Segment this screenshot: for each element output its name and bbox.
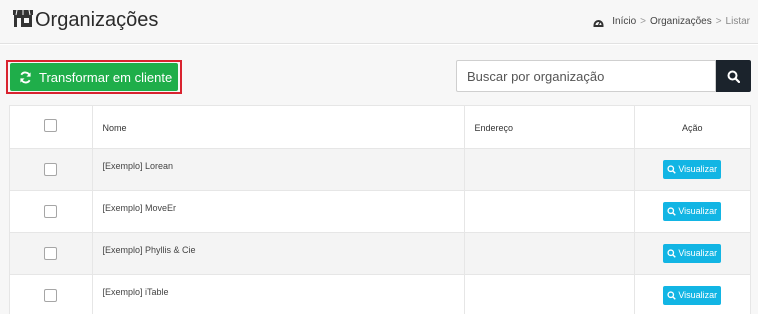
- table-row: [Exemplo] iTable Visualizar: [10, 274, 750, 314]
- page-title: Organizações: [35, 9, 159, 31]
- page-header: Organizações Início > Organizações > Lis…: [0, 0, 758, 44]
- dashboard-icon: [593, 19, 604, 27]
- row-checkbox[interactable]: [44, 288, 58, 302]
- row-select-cell: [10, 232, 93, 275]
- main-content: Transformar em cliente Nome Endereço Açã…: [0, 45, 758, 314]
- table-header-row: Nome Endereço Ação: [10, 106, 750, 149]
- organization-search-input[interactable]: [456, 60, 716, 92]
- row-checkbox[interactable]: [44, 162, 58, 176]
- organization-name: [Exemplo] Phyllis & Cie: [92, 232, 465, 275]
- view-button[interactable]: Visualizar: [663, 285, 722, 305]
- organizations-table-container: Nome Endereço Ação [Exemplo] Lorean Visu…: [9, 105, 751, 314]
- search-icon: [667, 248, 677, 258]
- breadcrumb-separator: >: [640, 16, 646, 27]
- column-header-action: Ação: [634, 106, 750, 149]
- row-select-cell: [10, 148, 93, 191]
- search-icon: [667, 164, 677, 174]
- search-icon: [667, 206, 677, 216]
- breadcrumb-section-link[interactable]: Organizações: [650, 16, 712, 27]
- table-row: [Exemplo] Lorean Visualizar: [10, 148, 750, 191]
- organization-address: [464, 190, 635, 233]
- convert-to-client-label: Transformar em cliente: [39, 69, 173, 85]
- organization-address: [464, 232, 635, 275]
- organization-address: [464, 148, 635, 191]
- refresh-icon: [20, 71, 31, 83]
- row-checkbox[interactable]: [44, 246, 58, 260]
- row-checkbox[interactable]: [44, 204, 58, 218]
- row-action-cell: Visualizar: [634, 148, 750, 191]
- view-button[interactable]: Visualizar: [663, 201, 722, 221]
- breadcrumb-current: Listar: [725, 16, 750, 27]
- row-select-cell: [10, 190, 93, 233]
- store-icon: [13, 10, 33, 27]
- view-button-label: Visualizar: [678, 206, 718, 216]
- breadcrumb: Início > Organizações > Listar: [593, 16, 750, 27]
- breadcrumb-separator: >: [715, 16, 722, 27]
- row-action-cell: Visualizar: [634, 190, 750, 233]
- breadcrumb-home-link[interactable]: Início: [612, 16, 636, 27]
- row-action-cell: Visualizar: [634, 232, 750, 275]
- organizations-table: Nome Endereço Ação [Exemplo] Lorean Visu…: [10, 106, 750, 314]
- select-all-header: [10, 106, 93, 149]
- row-action-cell: Visualizar: [634, 274, 750, 314]
- convert-to-client-button[interactable]: Transformar em cliente: [10, 63, 178, 91]
- row-select-cell: [10, 274, 93, 314]
- table-row: [Exemplo] Phyllis & Cie Visualizar: [10, 232, 750, 275]
- column-header-name[interactable]: Nome: [92, 106, 465, 149]
- organization-name: [Exemplo] MoveEr: [92, 190, 465, 233]
- organization-name: [Exemplo] Lorean: [92, 148, 465, 191]
- select-all-checkbox[interactable]: [44, 119, 58, 132]
- organization-address: [464, 274, 635, 314]
- view-button-label: Visualizar: [678, 164, 718, 174]
- view-button[interactable]: Visualizar: [663, 159, 722, 179]
- table-row: [Exemplo] MoveEr Visualizar: [10, 190, 750, 233]
- search-icon: [727, 70, 740, 83]
- organization-name: [Exemplo] iTable: [92, 274, 465, 314]
- search-icon: [667, 290, 677, 300]
- column-header-address[interactable]: Endereço: [464, 106, 635, 149]
- view-button-label: Visualizar: [678, 290, 718, 300]
- view-button-label: Visualizar: [678, 248, 718, 258]
- view-button[interactable]: Visualizar: [663, 243, 722, 263]
- search-button[interactable]: [716, 60, 751, 92]
